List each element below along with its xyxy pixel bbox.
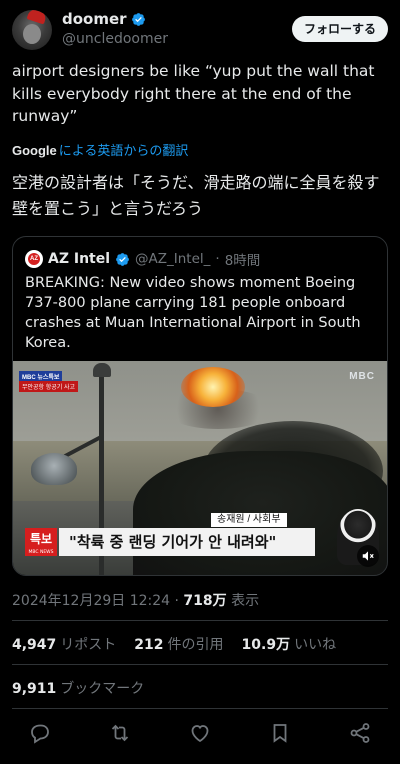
likes-stat[interactable]: 10.9万 いいね: [242, 634, 337, 654]
bookmarks-stat[interactable]: 9,911 ブックマーク: [12, 678, 144, 698]
action-bar: [0, 718, 400, 748]
quote-author-handle: @AZ_Intel_: [135, 251, 211, 267]
reply-icon[interactable]: [28, 721, 52, 745]
author-name-row: doomer: [62, 10, 146, 28]
translation-attribution[interactable]: Google による英語からの翻訳: [12, 140, 188, 159]
quote-avatar: AZ: [25, 250, 43, 268]
translation-link[interactable]: による英語からの翻訳: [59, 140, 189, 159]
author-avatar[interactable]: [12, 10, 52, 50]
broadcast-subtag: 무안공항 항공기 사고: [19, 381, 79, 392]
verified-badge-icon: [131, 12, 145, 26]
engagement-stats: 4,947 リポスト 212 件の引用 10.9万 いいね: [12, 634, 336, 654]
reporter-caption: 송재원 / 사회부: [211, 513, 287, 527]
quote-time: 8時間: [224, 253, 261, 269]
view-count: 718万: [183, 593, 227, 609]
tweet-meta: 2024年12月29日 12:24 · 718万 表示: [12, 590, 259, 610]
author-handle[interactable]: @uncledoomer: [62, 31, 168, 47]
google-logo: Google: [12, 143, 57, 158]
like-icon[interactable]: [188, 721, 212, 745]
author-name[interactable]: doomer: [62, 10, 127, 28]
tweet-datetime[interactable]: 2024年12月29日 12:24: [12, 593, 170, 609]
divider: [12, 664, 388, 665]
verified-badge-icon: [116, 252, 129, 266]
meta-separator: ·: [174, 593, 179, 609]
tweet-text: airport designers be like “yup put the w…: [12, 62, 375, 125]
reposts-stat[interactable]: 4,947 リポスト: [12, 634, 116, 654]
repost-icon[interactable]: [108, 721, 132, 745]
explosion: [181, 367, 245, 407]
translated-text: 空港の設計者は「そうだ、滑走路の端に全員を殺す壁を置こう」と言うだろう: [12, 173, 380, 218]
divider: [12, 620, 388, 621]
quote-author-name: AZ Intel: [48, 251, 111, 267]
divider: [12, 708, 388, 709]
quotes-stat[interactable]: 212 件の引用: [134, 634, 223, 654]
share-icon[interactable]: [348, 721, 372, 745]
quote-text: BREAKING: New video shows moment Boeing …: [25, 275, 361, 351]
quote-separator: ·: [215, 251, 220, 267]
view-label: 表示: [231, 593, 260, 609]
bookmark-icon[interactable]: [268, 721, 292, 745]
mbc-logo: MBC: [349, 371, 375, 382]
mute-icon: [362, 551, 374, 561]
street-lamp: [31, 453, 77, 485]
tweet-header: doomer @uncledoomer フォローする: [0, 0, 400, 56]
headline-caption: "착륙 중 랜딩 기어가 안 내려와": [59, 528, 315, 556]
quoted-tweet[interactable]: AZ AZ Intel @AZ_Intel_ · 8時間 BREAKING: N…: [12, 236, 388, 576]
mute-button[interactable]: [357, 545, 379, 567]
follow-button[interactable]: フォローする: [291, 16, 388, 42]
quote-header: AZ AZ Intel @AZ_Intel_ · 8時間: [25, 249, 260, 269]
breaking-badge: 특보 MBC NEWS: [25, 528, 57, 556]
quote-video[interactable]: MBC 뉴스특보 무안공항 항공기 사고 MBC 송재원 / 사회부 특보 MBC…: [13, 361, 387, 575]
